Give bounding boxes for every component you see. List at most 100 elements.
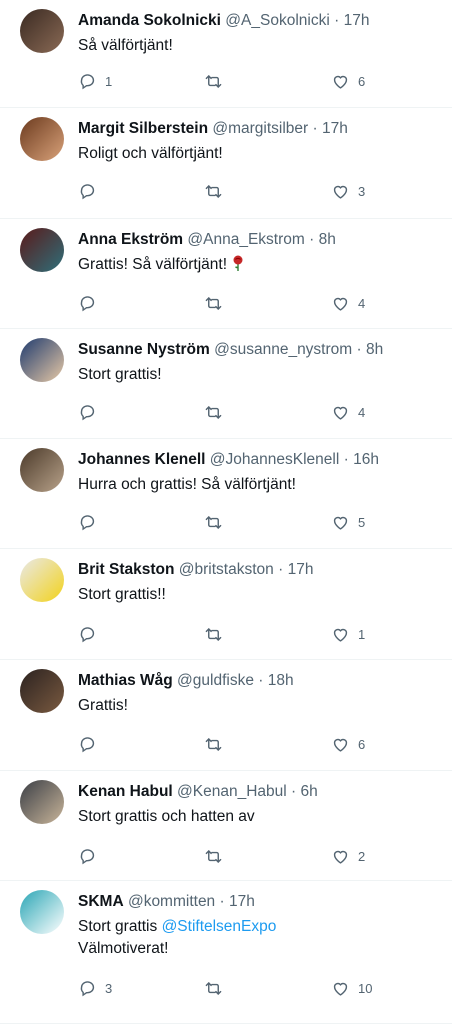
like-count: 4: [358, 404, 366, 420]
tweet-text: Grattis!: [78, 695, 442, 717]
tweet-time[interactable]: 17h: [229, 893, 255, 910]
reply-button[interactable]: 3: [78, 977, 112, 999]
tweet-body: Grattis!: [78, 697, 128, 714]
retweet-button[interactable]: [204, 292, 231, 314]
tweet-time[interactable]: 17h: [288, 561, 314, 578]
avatar[interactable]: [20, 9, 64, 53]
tweet-header: Amanda Sokolnicki @A_Sokolnicki · 17h: [78, 11, 446, 31]
tweet-actions: 3 10: [0, 977, 452, 999]
retweet-icon: [204, 625, 223, 644]
like-count: 4: [358, 295, 366, 311]
reply-button[interactable]: [78, 180, 105, 202]
retweet-button[interactable]: [204, 70, 231, 92]
retweet-button[interactable]: [204, 977, 231, 999]
like-button[interactable]: 4: [331, 401, 365, 423]
avatar[interactable]: [20, 117, 64, 161]
author-handle[interactable]: @JohannesKlenell: [210, 451, 340, 468]
tweet-body: Stort grattis: [78, 918, 158, 935]
tweet-time[interactable]: 8h: [319, 231, 336, 248]
author-name[interactable]: Amanda Sokolnicki: [78, 12, 221, 29]
tweet-time[interactable]: 17h: [344, 12, 370, 29]
like-button[interactable]: 2: [331, 845, 365, 867]
author-handle[interactable]: @susanne_nystrom: [214, 341, 352, 358]
reply-button[interactable]: [78, 292, 105, 314]
avatar[interactable]: [20, 338, 64, 382]
retweet-icon: [204, 979, 223, 998]
reply-icon: [78, 403, 97, 422]
tweet[interactable]: Margit Silberstein @margitsilber · 17h Ro…: [0, 108, 452, 219]
author-name[interactable]: Kenan Habul: [78, 783, 173, 800]
tweet[interactable]: Amanda Sokolnicki @A_Sokolnicki · 17h Så …: [0, 0, 452, 108]
retweet-button[interactable]: [204, 733, 231, 755]
author-handle[interactable]: @guldfiske: [177, 672, 254, 689]
retweet-button[interactable]: [204, 401, 231, 423]
avatar[interactable]: [20, 890, 64, 934]
tweet-actions: 1: [0, 623, 452, 645]
mention-link[interactable]: @StiftelsenExpo: [162, 918, 277, 935]
tweet[interactable]: Johannes Klenell @JohannesKlenell · 16h H…: [0, 439, 452, 549]
tweet-time[interactable]: 17h: [322, 120, 348, 137]
tweet[interactable]: Kenan Habul @Kenan_Habul · 6h Stort gratt…: [0, 771, 452, 881]
avatar[interactable]: [20, 448, 64, 492]
author-name[interactable]: Susanne Nyström: [78, 341, 210, 358]
author-handle[interactable]: @kommitten: [128, 893, 215, 910]
heart-icon: [331, 182, 350, 201]
tweet[interactable]: Anna Ekström @Anna_Ekstrom · 8h Grattis! …: [0, 219, 452, 329]
like-button[interactable]: 3: [331, 180, 365, 202]
tweet[interactable]: Susanne Nyström @susanne_nystrom · 8h Sto…: [0, 329, 452, 439]
tweet-time[interactable]: 16h: [353, 451, 379, 468]
like-button[interactable]: 5: [331, 511, 365, 533]
author-name[interactable]: Mathias Wåg: [78, 672, 173, 689]
tweet-actions: 3: [0, 180, 452, 202]
avatar[interactable]: [20, 780, 64, 824]
tweet-time[interactable]: 8h: [366, 341, 383, 358]
tweet-time[interactable]: 18h: [268, 672, 294, 689]
retweet-button[interactable]: [204, 623, 231, 645]
author-name[interactable]: SKMA: [78, 893, 124, 910]
separator-dot: ·: [356, 341, 362, 358]
tweet-header: Kenan Habul @Kenan_Habul · 6h: [78, 782, 446, 802]
like-button[interactable]: 6: [331, 733, 365, 755]
tweet-actions: 6: [0, 733, 452, 755]
tweet-actions: 5: [0, 511, 452, 533]
reply-button[interactable]: [78, 623, 105, 645]
tweet-time[interactable]: 6h: [301, 783, 318, 800]
author-handle[interactable]: @margitsilber: [212, 120, 308, 137]
separator-dot: ·: [258, 672, 264, 689]
retweet-button[interactable]: [204, 511, 231, 533]
tweet[interactable]: Mathias Wåg @guldfiske · 18h Grattis! 6: [0, 660, 452, 771]
like-button[interactable]: 4: [331, 292, 365, 314]
heart-icon: [331, 847, 350, 866]
retweet-button[interactable]: [204, 180, 231, 202]
author-name[interactable]: Brit Stakston: [78, 561, 174, 578]
reply-icon: [78, 847, 97, 866]
retweet-button[interactable]: [204, 845, 231, 867]
author-name[interactable]: Margit Silberstein: [78, 120, 208, 137]
reply-button[interactable]: [78, 845, 105, 867]
tweet-body: Så välförtjänt!: [78, 37, 173, 54]
heart-icon: [331, 513, 350, 532]
reply-button[interactable]: [78, 511, 105, 533]
reply-button[interactable]: [78, 401, 105, 423]
tweet[interactable]: SKMA @kommitten · 17h Stort grattis @Stif…: [0, 881, 452, 1024]
like-button[interactable]: 10: [331, 977, 372, 999]
author-handle[interactable]: @Kenan_Habul: [177, 783, 287, 800]
avatar[interactable]: [20, 558, 64, 602]
author-handle[interactable]: @britstakston: [179, 561, 274, 578]
heart-icon: [331, 294, 350, 313]
like-button[interactable]: 1: [331, 623, 365, 645]
author-handle[interactable]: @A_Sokolnicki: [225, 12, 329, 29]
avatar[interactable]: [20, 228, 64, 272]
reply-button[interactable]: 1: [78, 70, 112, 92]
author-name[interactable]: Anna Ekström: [78, 231, 183, 248]
reply-count: 1: [105, 73, 113, 89]
reply-button[interactable]: [78, 733, 105, 755]
reply-icon: [78, 513, 97, 532]
tweet-header: Margit Silberstein @margitsilber · 17h: [78, 119, 446, 139]
like-button[interactable]: 6: [331, 70, 365, 92]
avatar[interactable]: [20, 669, 64, 713]
author-handle[interactable]: @Anna_Ekstrom: [187, 231, 304, 248]
tweet[interactable]: Brit Stakston @britstakston · 17h Stort g…: [0, 549, 452, 660]
author-name[interactable]: Johannes Klenell: [78, 451, 205, 468]
reply-icon: [78, 294, 97, 313]
